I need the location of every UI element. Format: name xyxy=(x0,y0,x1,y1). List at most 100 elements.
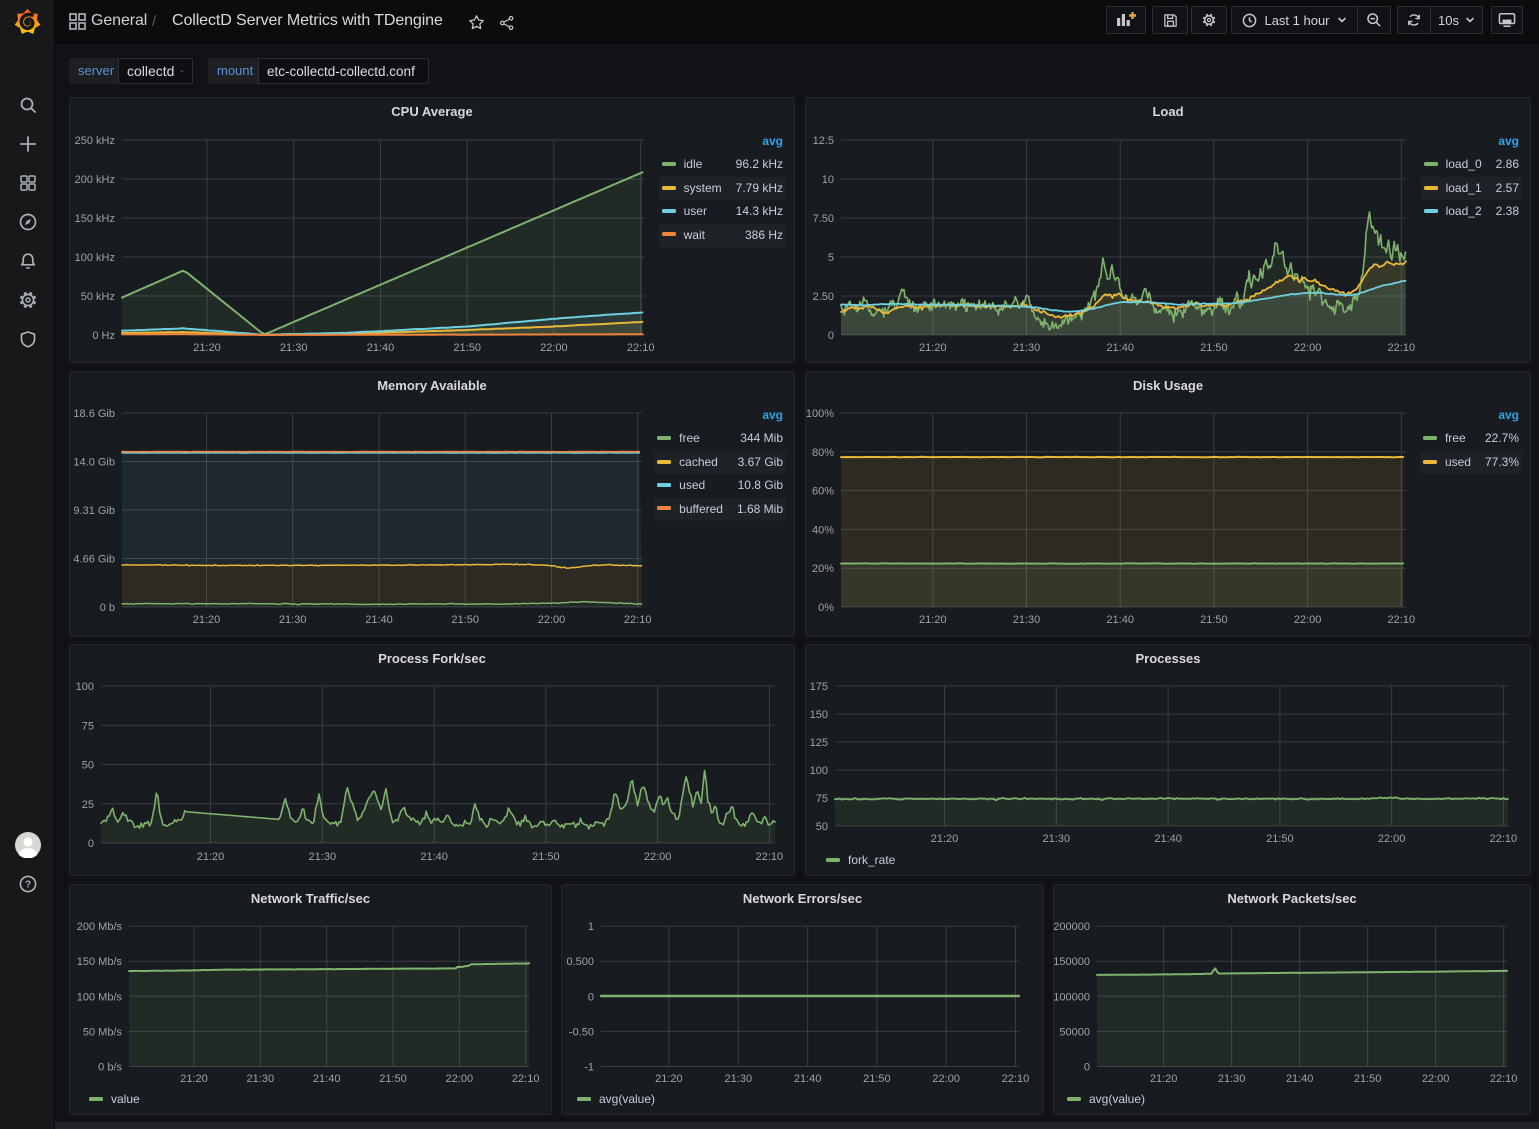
svg-text:21:20: 21:20 xyxy=(197,851,225,863)
svg-text:21:50: 21:50 xyxy=(453,342,481,354)
svg-text:100%: 100% xyxy=(806,408,834,420)
svg-text:10: 10 xyxy=(822,174,834,186)
svg-text:250 kHz: 250 kHz xyxy=(75,135,115,147)
svg-text:22:10: 22:10 xyxy=(1490,1073,1518,1085)
svg-text:150 kHz: 150 kHz xyxy=(75,213,115,225)
svg-text:22:10: 22:10 xyxy=(1002,1073,1030,1085)
svg-text:150000: 150000 xyxy=(1054,956,1090,968)
svg-text:50: 50 xyxy=(82,760,94,772)
svg-text:21:30: 21:30 xyxy=(1013,342,1041,354)
svg-text:21:30: 21:30 xyxy=(1013,614,1041,626)
svg-text:21:20: 21:20 xyxy=(931,833,959,845)
svg-text:21:40: 21:40 xyxy=(794,1073,822,1085)
svg-text:0: 0 xyxy=(828,330,834,342)
svg-text:21:40: 21:40 xyxy=(367,342,395,354)
svg-text:150: 150 xyxy=(810,709,828,721)
svg-text:100 Mb/s: 100 Mb/s xyxy=(77,991,123,1003)
svg-text:21:40: 21:40 xyxy=(1286,1073,1314,1085)
svg-text:22:10: 22:10 xyxy=(624,614,652,626)
svg-text:0: 0 xyxy=(1084,1062,1090,1074)
svg-text:21:40: 21:40 xyxy=(1106,342,1134,354)
svg-text:40%: 40% xyxy=(812,524,834,536)
svg-text:-1: -1 xyxy=(584,1062,594,1074)
svg-text:100000: 100000 xyxy=(1054,991,1090,1003)
svg-text:-0.50: -0.50 xyxy=(569,1026,594,1038)
svg-text:22:00: 22:00 xyxy=(1378,833,1406,845)
svg-text:5: 5 xyxy=(828,252,834,264)
svg-text:21:40: 21:40 xyxy=(365,614,393,626)
svg-text:125: 125 xyxy=(810,737,828,749)
svg-text:80%: 80% xyxy=(812,447,834,459)
svg-text:22:00: 22:00 xyxy=(1294,342,1322,354)
svg-text:75: 75 xyxy=(816,793,828,805)
svg-text:50 kHz: 50 kHz xyxy=(81,291,115,303)
svg-text:150 Mb/s: 150 Mb/s xyxy=(77,956,123,968)
svg-text:21:30: 21:30 xyxy=(309,851,337,863)
svg-text:21:30: 21:30 xyxy=(279,614,307,626)
svg-text:21:30: 21:30 xyxy=(280,342,308,354)
svg-text:22:00: 22:00 xyxy=(540,342,568,354)
svg-text:21:20: 21:20 xyxy=(1150,1073,1178,1085)
svg-text:7.50: 7.50 xyxy=(813,213,834,225)
svg-text:0 b/s: 0 b/s xyxy=(98,1062,122,1074)
svg-text:1: 1 xyxy=(588,921,594,933)
svg-text:22:00: 22:00 xyxy=(932,1073,960,1085)
svg-text:21:30: 21:30 xyxy=(1218,1073,1246,1085)
svg-text:20%: 20% xyxy=(812,563,834,575)
svg-text:14.0 Gib: 14.0 Gib xyxy=(73,457,115,469)
svg-text:21:40: 21:40 xyxy=(1154,833,1182,845)
svg-text:22:00: 22:00 xyxy=(1294,614,1322,626)
svg-text:0 b: 0 b xyxy=(100,602,115,614)
svg-text:22:10: 22:10 xyxy=(1490,833,1518,845)
svg-text:21:30: 21:30 xyxy=(725,1073,753,1085)
svg-text:22:00: 22:00 xyxy=(1422,1073,1450,1085)
svg-text:200 Mb/s: 200 Mb/s xyxy=(77,921,123,933)
svg-text:0 Hz: 0 Hz xyxy=(92,330,115,342)
svg-text:21:20: 21:20 xyxy=(193,614,221,626)
svg-text:21:20: 21:20 xyxy=(919,342,947,354)
svg-text:50 Mb/s: 50 Mb/s xyxy=(83,1026,123,1038)
svg-text:4.66 Gib: 4.66 Gib xyxy=(73,554,115,566)
svg-text:0%: 0% xyxy=(818,602,834,614)
svg-text:100: 100 xyxy=(76,681,94,693)
svg-text:22:00: 22:00 xyxy=(538,614,566,626)
svg-text:21:50: 21:50 xyxy=(451,614,479,626)
svg-text:21:20: 21:20 xyxy=(180,1073,208,1085)
svg-text:12.5: 12.5 xyxy=(813,135,834,147)
svg-text:200 kHz: 200 kHz xyxy=(75,174,115,186)
svg-text:21:40: 21:40 xyxy=(420,851,448,863)
svg-text:21:20: 21:20 xyxy=(193,342,221,354)
svg-text:50: 50 xyxy=(816,821,828,833)
svg-text:9.31 Gib: 9.31 Gib xyxy=(73,505,115,517)
svg-text:75: 75 xyxy=(82,720,94,732)
svg-text:22:10: 22:10 xyxy=(1388,614,1416,626)
svg-text:21:50: 21:50 xyxy=(1200,614,1228,626)
svg-text:0.500: 0.500 xyxy=(566,956,594,968)
svg-text:175: 175 xyxy=(810,681,828,693)
svg-text:21:50: 21:50 xyxy=(1200,342,1228,354)
svg-text:0: 0 xyxy=(88,838,94,850)
svg-text:22:00: 22:00 xyxy=(644,851,672,863)
svg-text:50000: 50000 xyxy=(1059,1026,1090,1038)
svg-text:21:40: 21:40 xyxy=(1106,614,1134,626)
svg-text:22:10: 22:10 xyxy=(756,851,784,863)
svg-text:100: 100 xyxy=(810,765,828,777)
svg-text:21:50: 21:50 xyxy=(1354,1073,1382,1085)
svg-text:21:20: 21:20 xyxy=(655,1073,683,1085)
svg-text:21:30: 21:30 xyxy=(247,1073,275,1085)
svg-text:21:50: 21:50 xyxy=(863,1073,891,1085)
svg-text:18.6 Gib: 18.6 Gib xyxy=(73,408,115,420)
svg-text:22:10: 22:10 xyxy=(1388,342,1416,354)
svg-text:21:50: 21:50 xyxy=(379,1073,407,1085)
svg-text:60%: 60% xyxy=(812,486,834,498)
svg-text:22:00: 22:00 xyxy=(446,1073,474,1085)
svg-text:22:10: 22:10 xyxy=(512,1073,540,1085)
svg-text:200000: 200000 xyxy=(1054,921,1090,933)
svg-text:?: ? xyxy=(25,880,31,891)
svg-text:25: 25 xyxy=(82,799,94,811)
svg-text:2.50: 2.50 xyxy=(813,291,834,303)
svg-text:21:40: 21:40 xyxy=(313,1073,341,1085)
svg-text:21:20: 21:20 xyxy=(919,614,947,626)
svg-text:100 kHz: 100 kHz xyxy=(75,252,115,264)
svg-text:22:10: 22:10 xyxy=(627,342,655,354)
